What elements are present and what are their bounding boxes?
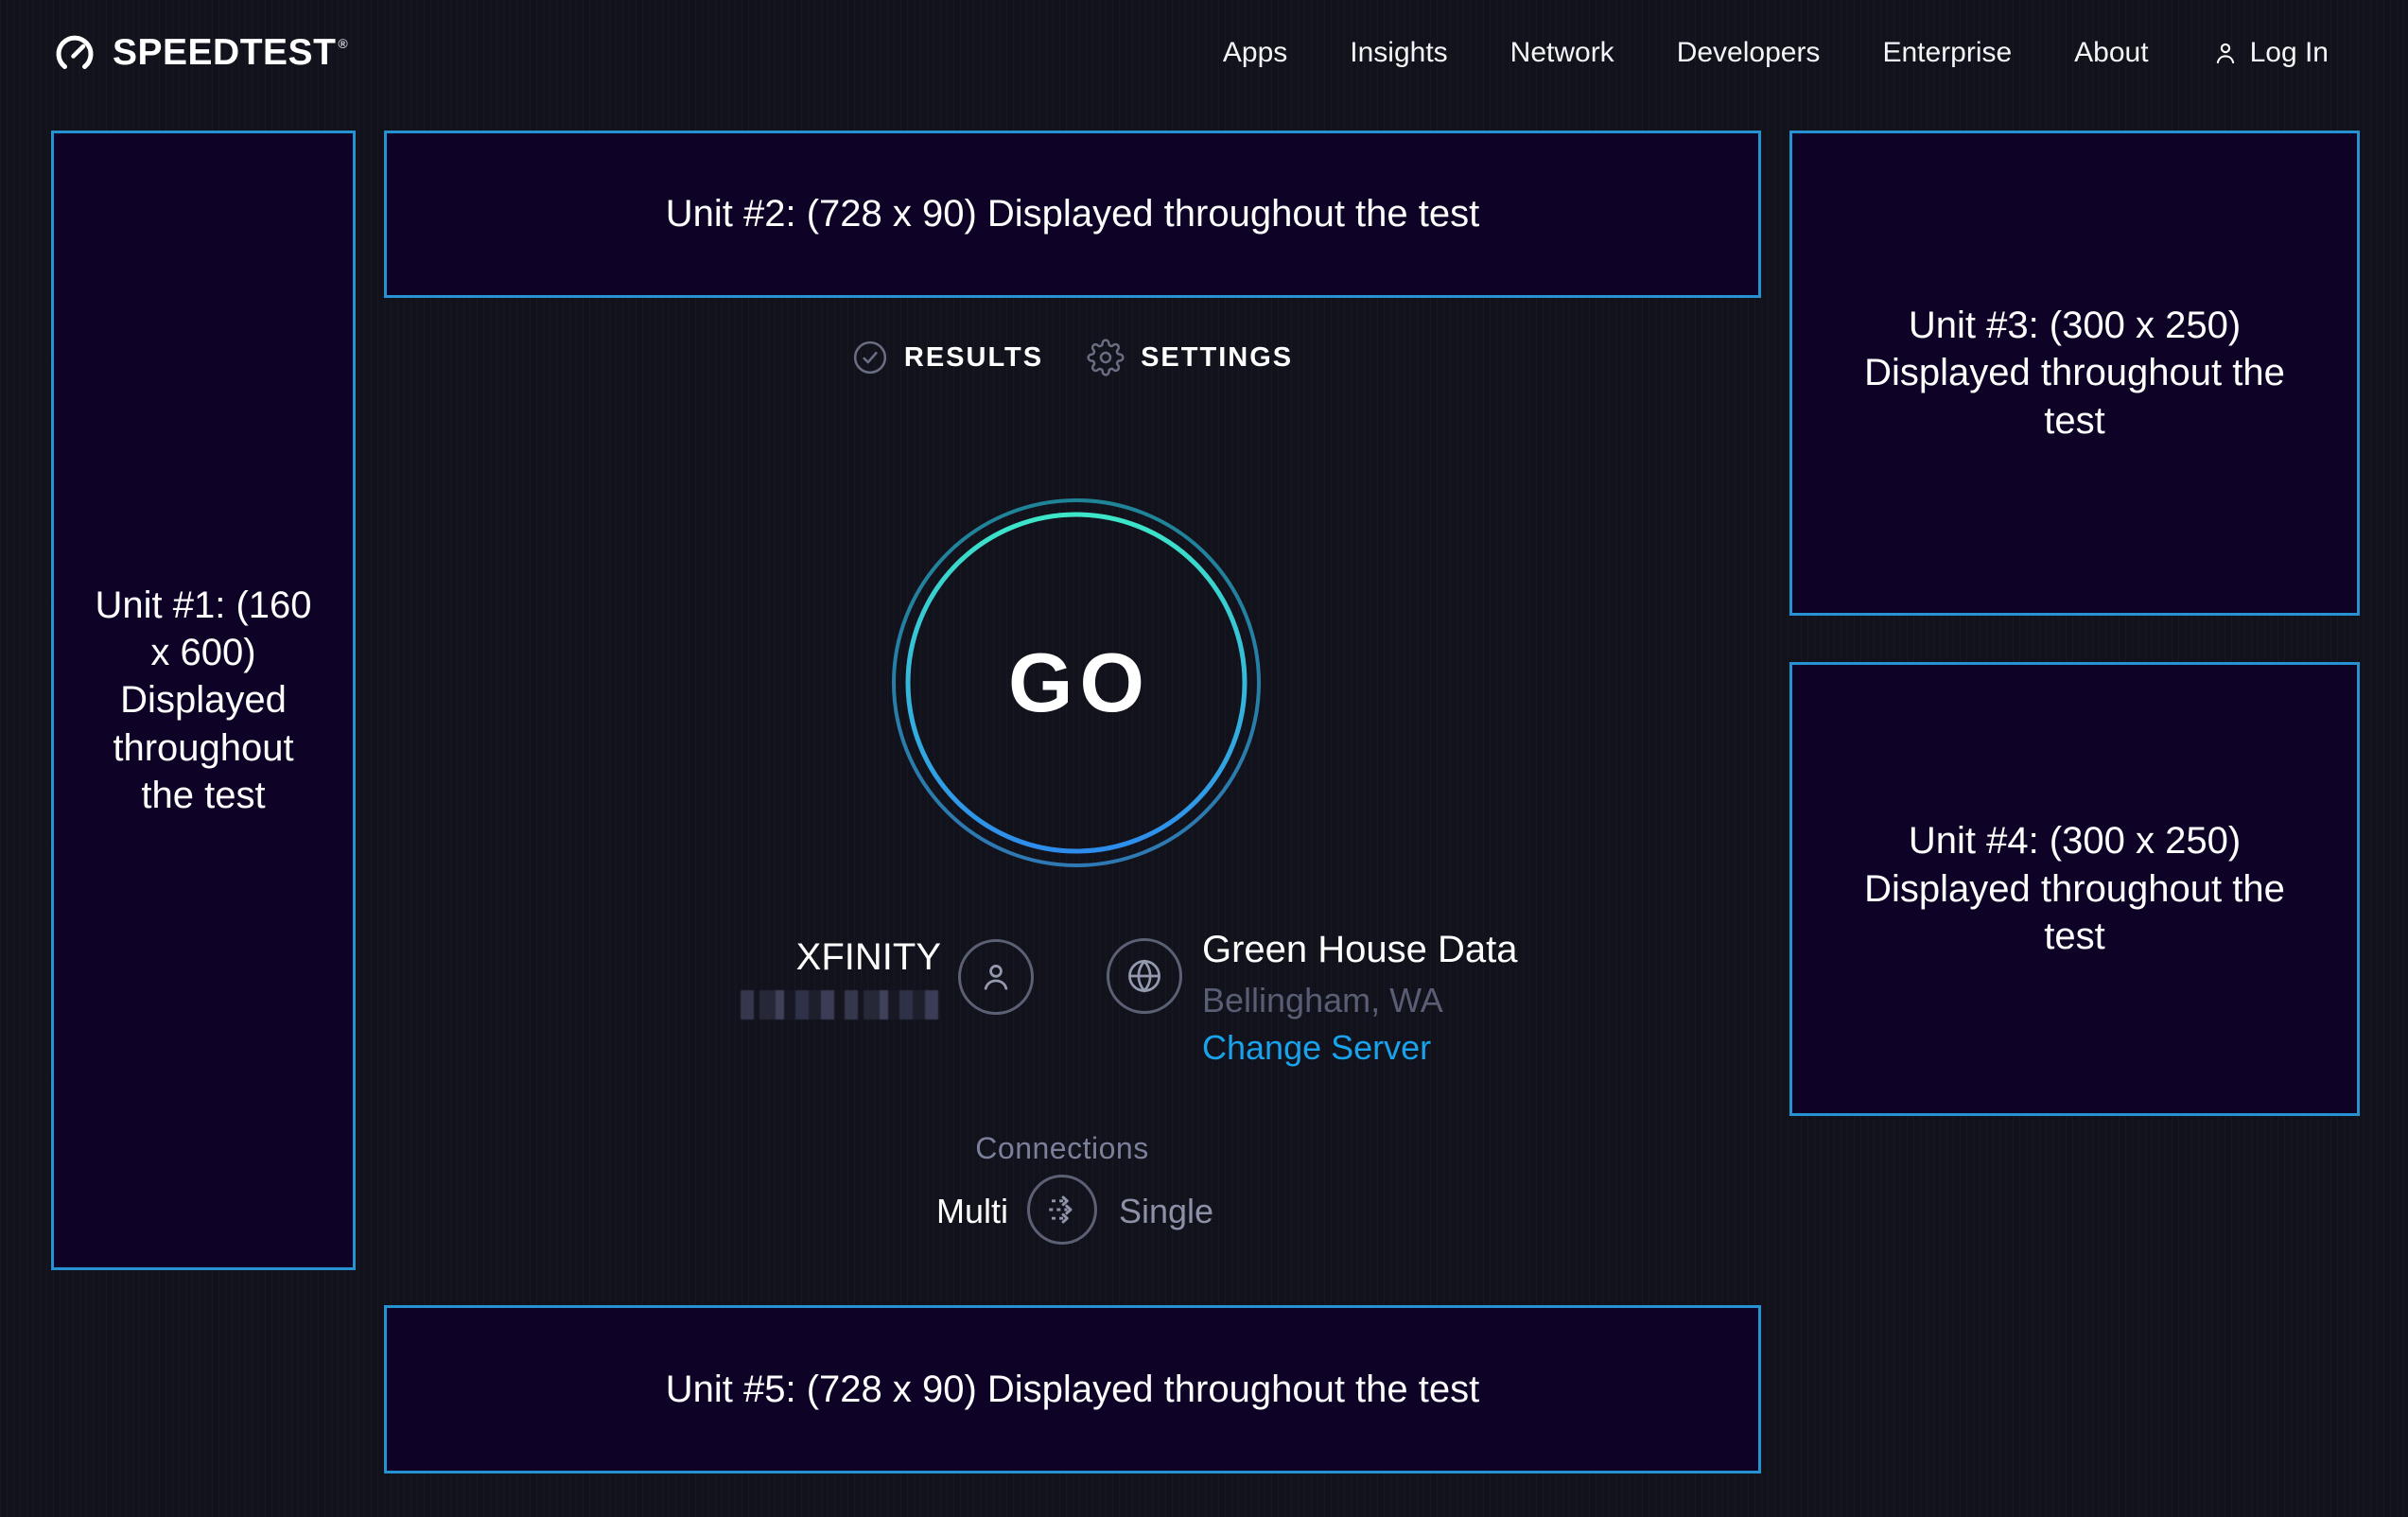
- ad-unit-2-text: Unit #2: (728 x 90) Displayed throughout…: [666, 190, 1480, 237]
- server-location: Bellingham, WA: [1202, 981, 1443, 1020]
- ad-unit-4[interactable]: Unit #4: (300 x 250) Displayed throughou…: [1789, 662, 2360, 1116]
- isp-name[interactable]: XFINITY: [605, 936, 941, 979]
- go-label: GO: [891, 497, 1262, 868]
- connections-multi-option[interactable]: Multi: [810, 1192, 1008, 1231]
- ad-unit-3-text: Unit #3: (300 x 250) Displayed throughou…: [1839, 302, 2312, 445]
- connections-toggle[interactable]: [1027, 1175, 1097, 1245]
- speedtest-app: SPEEDTEST ® Apps Insights Network Develo…: [0, 0, 2408, 1517]
- person-icon: [976, 957, 1016, 997]
- ad-unit-1[interactable]: Unit #1: (160 x 600) Displayed throughou…: [51, 131, 356, 1270]
- main-nav: Apps Insights Network Developers Enterpr…: [1223, 37, 2329, 69]
- nav-item-network[interactable]: Network: [1510, 37, 1614, 69]
- nav-item-developers[interactable]: Developers: [1677, 37, 1821, 69]
- logo-wordmark: SPEEDTEST ®: [113, 32, 348, 74]
- ad-unit-3[interactable]: Unit #3: (300 x 250) Displayed throughou…: [1789, 131, 2360, 616]
- go-button[interactable]: GO: [891, 497, 1262, 868]
- connections-single-option[interactable]: Single: [1119, 1192, 1213, 1231]
- login-label: Log In: [2250, 37, 2329, 69]
- nav-item-about[interactable]: About: [2074, 37, 2148, 69]
- gauge-icon: [52, 30, 97, 76]
- tab-bar: RESULTS SETTINGS: [384, 339, 1761, 376]
- ad-unit-2[interactable]: Unit #2: (728 x 90) Displayed throughout…: [384, 131, 1761, 298]
- gear-icon: [1087, 339, 1125, 376]
- tab-settings[interactable]: SETTINGS: [1087, 339, 1293, 376]
- tab-settings-label: SETTINGS: [1141, 342, 1293, 374]
- server-avatar[interactable]: [1107, 938, 1182, 1014]
- nav-item-apps[interactable]: Apps: [1223, 37, 1287, 69]
- person-icon: [2211, 39, 2240, 67]
- redacted-ip: [741, 990, 940, 1020]
- nav-item-enterprise[interactable]: Enterprise: [1882, 37, 2012, 69]
- isp-avatar[interactable]: [958, 939, 1034, 1015]
- ad-unit-4-text: Unit #4: (300 x 250) Displayed throughou…: [1839, 817, 2312, 960]
- server-name: Green House Data: [1202, 929, 1518, 971]
- ad-unit-5-text: Unit #5: (728 x 90) Displayed throughout…: [666, 1366, 1480, 1413]
- nav-item-insights[interactable]: Insights: [1350, 37, 1447, 69]
- multi-connection-arrows-icon: [1041, 1189, 1083, 1230]
- logo-text: SPEEDTEST: [113, 32, 336, 74]
- login-button[interactable]: Log In: [2211, 37, 2329, 69]
- tab-results[interactable]: RESULTS: [852, 340, 1043, 375]
- tab-results-label: RESULTS: [904, 342, 1043, 374]
- speedtest-logo[interactable]: SPEEDTEST ®: [52, 30, 348, 76]
- ad-unit-5[interactable]: Unit #5: (728 x 90) Displayed throughout…: [384, 1305, 1761, 1473]
- check-circle-icon: [852, 340, 888, 375]
- ad-unit-1-text: Unit #1: (160 x 600) Displayed throughou…: [84, 582, 323, 820]
- change-server-link[interactable]: Change Server: [1202, 1028, 1431, 1068]
- connections-label: Connections: [873, 1131, 1251, 1166]
- top-nav: SPEEDTEST ® Apps Insights Network Develo…: [0, 0, 2408, 106]
- globe-icon: [1124, 955, 1165, 997]
- logo-trademark: ®: [338, 36, 348, 51]
